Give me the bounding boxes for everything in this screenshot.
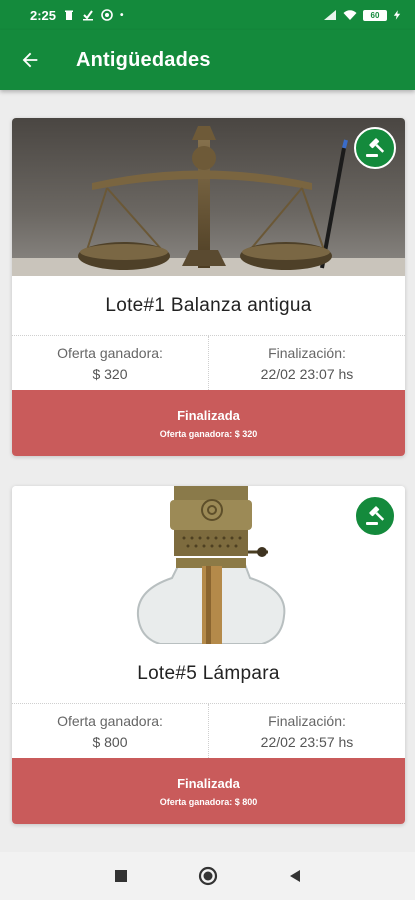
recents-square-icon[interactable] (114, 869, 128, 883)
home-circle-icon[interactable] (198, 866, 218, 886)
wifi-icon (343, 10, 357, 20)
end-time: Finalización: 22/02 23:57 hs (208, 704, 405, 758)
lot-info: Oferta ganadora: $ 800 Finalización: 22/… (12, 704, 405, 758)
winning-bid-label: Oferta ganadora: (57, 344, 163, 361)
app-bar: Antigüedades (0, 30, 415, 90)
status-label: Finalizada (177, 775, 240, 791)
status-detail: Oferta ganadora: $ 800 (159, 796, 258, 807)
sync-circle-icon (101, 9, 113, 21)
status-banner: Finalizada Oferta ganadora: $ 320 (12, 390, 405, 456)
balance-scale-image (12, 118, 405, 276)
system-nav-bar (0, 852, 415, 900)
status-label: Finalizada (177, 407, 240, 423)
winning-bid-value: $ 800 (92, 733, 128, 750)
end-time-value: 22/02 23:57 hs (260, 733, 354, 750)
arrow-left-icon (22, 52, 38, 68)
end-time-label: Finalización: (268, 712, 346, 729)
status-detail: Oferta ganadora: $ 320 (159, 428, 258, 439)
end-time-value: 22/02 23:07 hs (260, 365, 354, 382)
back-button[interactable] (0, 30, 60, 90)
lot-title: Lote#5 Lámpara (12, 644, 405, 704)
lot-image (12, 118, 405, 276)
lot-info: Oferta ganadora: $ 320 Finalización: 22/… (12, 336, 405, 390)
charging-bolt-icon (393, 10, 401, 20)
battery-icon: 60 (363, 9, 387, 21)
lot-image (12, 486, 405, 644)
winning-bid: Oferta ganadora: $ 320 (12, 336, 208, 390)
signal-icon (324, 10, 336, 20)
end-time-label: Finalización: (268, 344, 346, 361)
status-bar: 2:25 • 60 (0, 0, 415, 30)
battery-level: 60 (370, 10, 380, 20)
winning-bid: Oferta ganadora: $ 800 (12, 704, 208, 758)
lot-card[interactable]: Lote#5 Lámpara Oferta ganadora: $ 800 Fi… (12, 486, 405, 824)
winning-bid-label: Oferta ganadora: (57, 712, 163, 729)
winning-bid-value: $ 320 (92, 365, 128, 382)
dot-icon: • (120, 9, 124, 21)
back-triangle-icon[interactable] (288, 869, 302, 883)
auction-badge (354, 127, 396, 169)
download-done-icon (83, 10, 94, 21)
gavel-icon (366, 138, 385, 157)
status-banner: Finalizada Oferta ganadora: $ 800 (12, 758, 405, 824)
page-title: Antigüedades (76, 48, 211, 71)
trash-notification-icon (65, 10, 74, 20)
end-time: Finalización: 22/02 23:07 hs (208, 336, 405, 390)
clock: 2:25 (30, 7, 57, 23)
auction-badge (354, 495, 396, 537)
oil-lamp-image (12, 486, 405, 644)
lot-title: Lote#1 Balanza antigua (12, 276, 405, 336)
gavel-icon (366, 506, 385, 525)
lot-card[interactable]: Lote#1 Balanza antigua Oferta ganadora: … (12, 118, 405, 456)
